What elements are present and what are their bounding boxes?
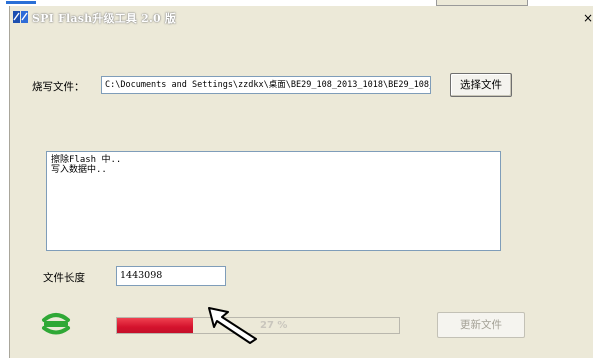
title-bar[interactable]: SPI Flash升级工具 2.0 版 ×	[10, 6, 593, 28]
close-button[interactable]: ×	[582, 11, 593, 25]
app-logo-icon	[13, 11, 28, 23]
log-line: 擦除Flash 中..	[51, 155, 122, 165]
chip-icon	[42, 313, 70, 335]
file-length-field[interactable]: 1443098	[116, 266, 226, 286]
background-window-fragment	[6, 1, 36, 4]
update-file-button[interactable]: 更新文件	[437, 312, 525, 338]
log-line: 写入数据中..	[51, 165, 107, 175]
window-title: SPI Flash升级工具 2.0 版	[32, 12, 177, 25]
progress-fill	[117, 318, 194, 333]
mouse-pointer-icon	[208, 307, 257, 344]
file-path-field[interactable]: C:\Documents and Settings\zzdkx\桌面\BE29_…	[101, 76, 431, 94]
burn-file-label: 烧写文件：	[32, 81, 85, 93]
spi-flash-dialog: SPI Flash升级工具 2.0 版 × 烧写文件： C:\Documents…	[9, 6, 593, 358]
file-length-label: 文件长度	[43, 272, 85, 284]
log-output: 擦除Flash 中.. 写入数据中..	[46, 151, 501, 251]
choose-file-button[interactable]: 选择文件	[450, 73, 512, 97]
progress-percent: 27 %	[260, 320, 288, 331]
